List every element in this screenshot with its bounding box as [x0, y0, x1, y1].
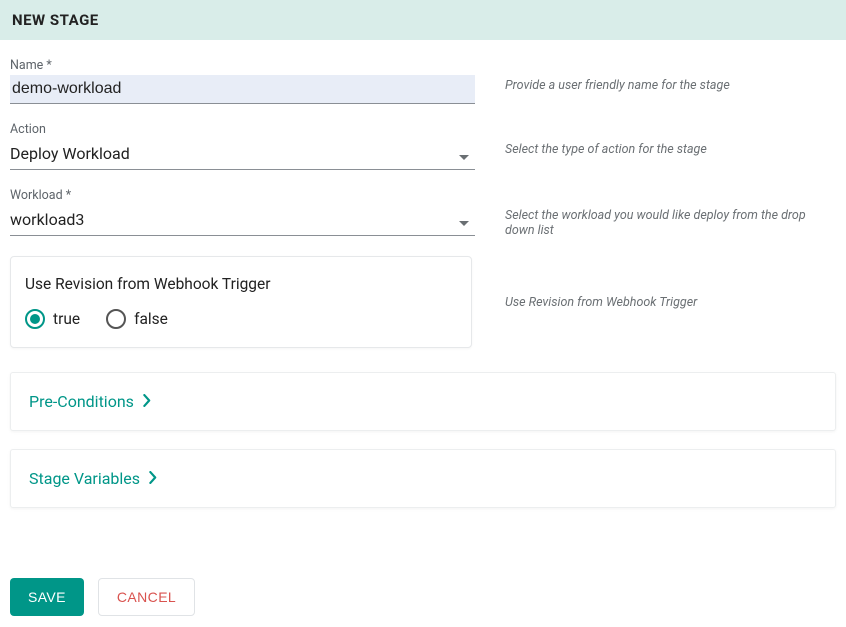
save-button[interactable]: SAVE — [10, 578, 84, 616]
action-select[interactable]: Deploy Workload — [10, 139, 475, 170]
radio-true-label: true — [53, 310, 80, 328]
radio-false[interactable]: false — [106, 309, 168, 329]
preconditions-label: Pre-Conditions — [29, 392, 134, 411]
name-label: Name * — [10, 58, 475, 73]
chevron-right-icon — [148, 469, 157, 488]
stagevars-label: Stage Variables — [29, 469, 140, 488]
action-help: Select the type of action for the stage — [475, 122, 836, 157]
revision-radio-group: true false — [25, 309, 457, 329]
footer-actions: SAVE CANCEL — [0, 526, 846, 626]
chevron-right-icon — [142, 392, 151, 411]
revision-help: Use Revision from Webhook Trigger — [475, 295, 836, 310]
dialog-header: NEW STAGE — [0, 0, 846, 40]
workload-select[interactable]: workload3 — [10, 205, 475, 236]
form-content: Name * Provide a user friendly name for … — [0, 40, 846, 508]
preconditions-section[interactable]: Pre-Conditions — [10, 372, 836, 431]
workload-label: Workload * — [10, 188, 475, 203]
revision-card: Use Revision from Webhook Trigger true f… — [10, 256, 472, 348]
stagevars-section[interactable]: Stage Variables — [10, 449, 836, 508]
row-workload: Workload * workload3 Select the workload… — [10, 188, 836, 238]
row-name: Name * Provide a user friendly name for … — [10, 58, 836, 104]
cancel-button[interactable]: CANCEL — [98, 578, 195, 616]
row-revision: Use Revision from Webhook Trigger true f… — [10, 256, 836, 348]
radio-false-label: false — [134, 310, 168, 328]
action-label: Action — [10, 122, 475, 137]
workload-help: Select the workload you would like deplo… — [475, 188, 836, 238]
action-value: Deploy Workload — [10, 139, 475, 170]
name-help: Provide a user friendly name for the sta… — [475, 58, 836, 93]
radio-icon-unselected — [106, 309, 126, 329]
workload-value: workload3 — [10, 205, 475, 236]
row-action: Action Deploy Workload Select the type o… — [10, 122, 836, 170]
dialog-title: NEW STAGE — [12, 11, 99, 29]
revision-title: Use Revision from Webhook Trigger — [25, 275, 457, 293]
radio-true[interactable]: true — [25, 309, 80, 329]
radio-icon-selected — [25, 309, 45, 329]
name-input[interactable] — [10, 75, 475, 104]
